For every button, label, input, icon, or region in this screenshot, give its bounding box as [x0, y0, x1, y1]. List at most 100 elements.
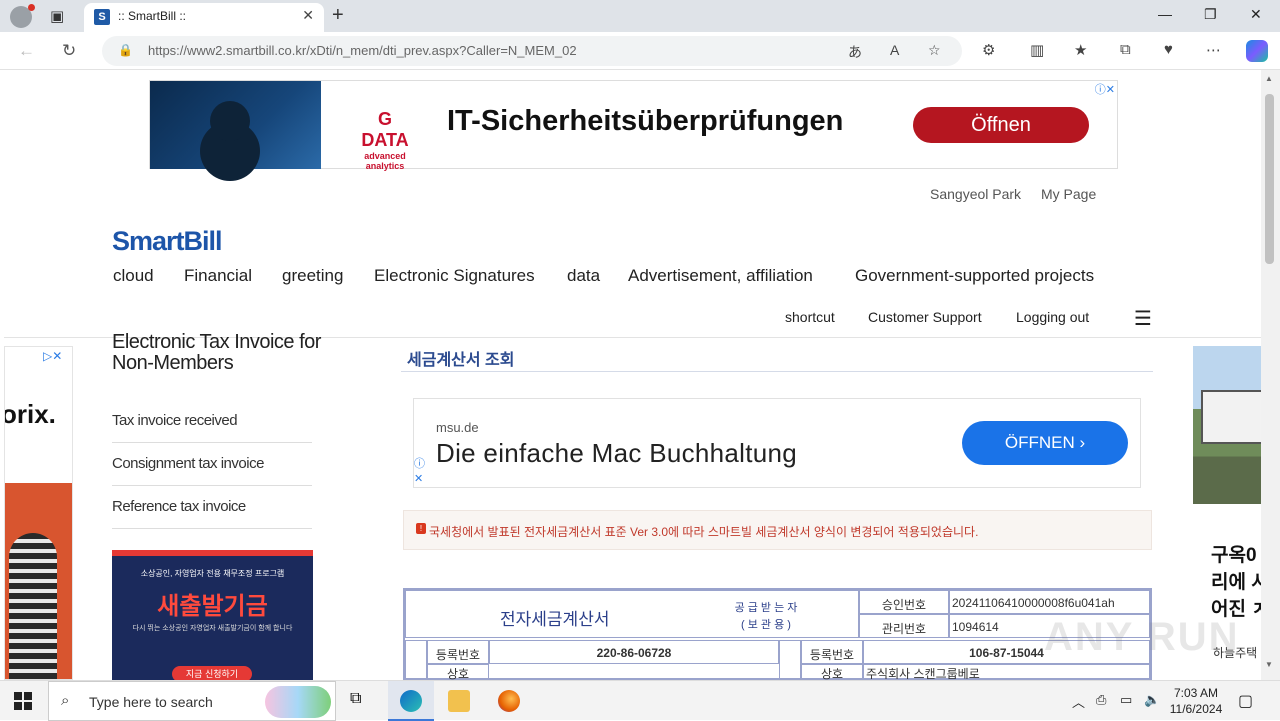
ad-domain: msu.de: [436, 420, 479, 435]
browser-titlebar: ▣ S :: SmartBill :: ✕ + — ❐ ✕: [0, 0, 1280, 32]
banner-small-text: 소상공인, 자영업자 전용 채무조정 프로그램: [140, 569, 285, 578]
banner-apply-button[interactable]: 지금 신청하기: [172, 666, 252, 680]
menu-data[interactable]: data: [567, 266, 600, 286]
network-icon[interactable]: ▭: [1120, 692, 1132, 708]
sidebar-item-consignment-tax-invoice[interactable]: Consignment tax invoice: [112, 443, 312, 486]
smartbill-logo[interactable]: SmartBill: [112, 226, 223, 257]
extensions-icon[interactable]: ⚙: [982, 41, 995, 59]
ad-choices-icon[interactable]: ⓘ✕: [1092, 81, 1117, 97]
ad-open-button[interactable]: Öffnen: [913, 107, 1089, 143]
management-label: 관리번호: [859, 614, 949, 638]
minimize-icon[interactable]: —: [1158, 6, 1172, 22]
search-icon: ⌕: [61, 692, 70, 709]
my-page-link[interactable]: My Page: [1041, 186, 1096, 202]
gdata-logo: G DATA advanced analytics: [360, 109, 410, 171]
tax-invoice-table: 전자세금계산서 공 급 받 는 자 ( 보 관 용 ) 승인번호 2024110…: [403, 588, 1152, 680]
customer-support-link[interactable]: Customer Support: [868, 309, 982, 325]
search-placeholder: Type here to search: [89, 694, 213, 710]
taskbar-edge-active[interactable]: [388, 681, 434, 721]
invoice-title-cell: 전자세금계산서 공 급 받 는 자 ( 보 관 용 ): [405, 590, 859, 638]
right-ad-photo: [1193, 346, 1261, 504]
firefox-icon[interactable]: [498, 690, 520, 712]
left-side-ad[interactable]: ▷✕ orix.: [4, 346, 73, 680]
invoice-title: 전자세금계산서: [500, 610, 610, 629]
top-banner-ad[interactable]: G DATA advanced analytics IT-Sicherheits…: [149, 80, 1118, 171]
scroll-thumb[interactable]: [1265, 94, 1274, 264]
menu-greeting[interactable]: greeting: [282, 266, 343, 286]
address-bar[interactable]: 🔒 https://www2.smartbill.co.kr/xDti/n_me…: [102, 36, 962, 66]
tab-smartbill[interactable]: S :: SmartBill :: ✕: [84, 3, 324, 32]
new-start-fund-banner[interactable]: 소상공인, 자영업자 전용 채무조정 프로그램 새출발기금 다시 뛰는 소상공인…: [112, 550, 313, 680]
approval-label: 승인번호: [859, 590, 949, 614]
close-window-icon[interactable]: ✕: [1250, 6, 1262, 23]
system-clock[interactable]: 7:03 AM 11/6/2024: [1166, 685, 1226, 717]
restore-icon[interactable]: ❐: [1204, 6, 1217, 23]
menu-advertisement[interactable]: Advertisement, affiliation: [628, 266, 813, 286]
url-text[interactable]: https://www2.smartbill.co.kr/xDti/n_mem/…: [148, 43, 577, 58]
ad-headline: Die einfache Mac Buchhaltung: [436, 438, 798, 468]
ad-choices-icon[interactable]: ⓘ✕: [414, 457, 425, 487]
ad-image: [150, 81, 321, 169]
sidebar-item-tax-invoice-received[interactable]: Tax invoice received: [112, 400, 312, 443]
user-name-link[interactable]: Sangyeol Park: [930, 186, 1021, 202]
volume-icon[interactable]: 🔈: [1144, 692, 1160, 708]
page-viewport: G DATA advanced analytics IT-Sicherheits…: [4, 70, 1261, 680]
shortcut-link[interactable]: shortcut: [785, 309, 835, 325]
anyrun-watermark: ANY RUN: [1044, 615, 1240, 659]
collections-icon[interactable]: ⧉: [1120, 41, 1131, 58]
menu-electronic-signatures[interactable]: Electronic Signatures: [374, 266, 535, 286]
ad-headline: IT-Sicherheitsüberprüfungen: [447, 105, 844, 137]
ad-open-button[interactable]: ÖFFNEN ›: [962, 421, 1128, 465]
hamburger-menu-icon[interactable]: ☰: [1134, 306, 1152, 331]
more-menu-icon[interactable]: ⋯: [1206, 41, 1221, 59]
tray-chevron-icon[interactable]: ︿: [1072, 692, 1085, 711]
new-tab-icon[interactable]: +: [332, 4, 344, 27]
supplier-reg-label: 등록번호: [427, 640, 489, 664]
smartbill-favicon-icon: S: [94, 9, 110, 25]
menu-government-projects[interactable]: Government-supported projects: [855, 266, 1094, 286]
browser-essentials-icon[interactable]: ♥: [1164, 41, 1173, 58]
scroll-up-icon[interactable]: ▲: [1265, 74, 1273, 83]
profile-avatar[interactable]: [10, 4, 35, 28]
taskbar-search[interactable]: ⌕ Type here to search: [48, 681, 336, 721]
ad-close-icon[interactable]: ▷✕: [43, 349, 62, 363]
address-toolbar: ← ↻ 🔒 https://www2.smartbill.co.kr/xDti/…: [0, 32, 1280, 70]
supplier-side-cell: [405, 640, 427, 680]
windows-start-icon[interactable]: [14, 692, 32, 710]
supplier-reg-number: 220-86-06728: [489, 640, 779, 664]
alert-icon: !: [416, 523, 426, 534]
supplier-company-label: 상호: [427, 664, 489, 680]
copilot-icon[interactable]: [1246, 40, 1268, 62]
tray-device-icon[interactable]: ⎙: [1096, 692, 1106, 708]
file-explorer-icon[interactable]: [448, 690, 470, 712]
sidebar-title: Electronic Tax Invoice for Non-Members: [112, 331, 321, 374]
lock-icon[interactable]: 🔒: [118, 43, 133, 57]
page-scrollbar[interactable]: ▲ ▼: [1261, 70, 1280, 680]
menu-cloud[interactable]: cloud: [113, 266, 154, 286]
logout-link[interactable]: Logging out: [1016, 309, 1089, 325]
menu-financial[interactable]: Financial: [184, 266, 252, 286]
back-icon[interactable]: ←: [18, 41, 35, 61]
tab-actions-icon[interactable]: ▣: [50, 7, 70, 25]
split-screen-icon[interactable]: ▥: [1030, 41, 1044, 59]
search-highlight-image: [265, 686, 331, 718]
buyer-company-label: 상호: [801, 664, 863, 680]
clock-date: 11/6/2024: [1169, 702, 1223, 716]
favorites-icon[interactable]: ★: [1074, 41, 1087, 59]
notifications-icon[interactable]: ▢: [1238, 691, 1253, 711]
middle-banner-ad[interactable]: msu.de Die einfache Mac Buchhaltung ÖFFN…: [413, 398, 1141, 488]
task-view-icon[interactable]: ⧉: [350, 690, 372, 712]
sidebar-item-reference-tax-invoice[interactable]: Reference tax invoice: [112, 486, 312, 529]
translate-icon[interactable]: あ: [848, 42, 862, 62]
right-ad-line: 리에 시: [1211, 572, 1261, 593]
favorite-star-icon[interactable]: ☆: [928, 42, 941, 59]
banner-title: 새출발기금: [157, 593, 268, 620]
scroll-down-icon[interactable]: ▼: [1265, 660, 1273, 669]
receiver-label: 공 급 받 는 자: [734, 602, 798, 614]
read-aloud-icon[interactable]: A: [890, 42, 899, 58]
left-ad-photo: [5, 483, 72, 679]
page-title: 세금계산서 조회: [407, 352, 515, 369]
close-tab-icon[interactable]: ✕: [302, 7, 314, 24]
gdata-brand: G DATA: [361, 109, 409, 150]
refresh-icon[interactable]: ↻: [62, 41, 76, 61]
